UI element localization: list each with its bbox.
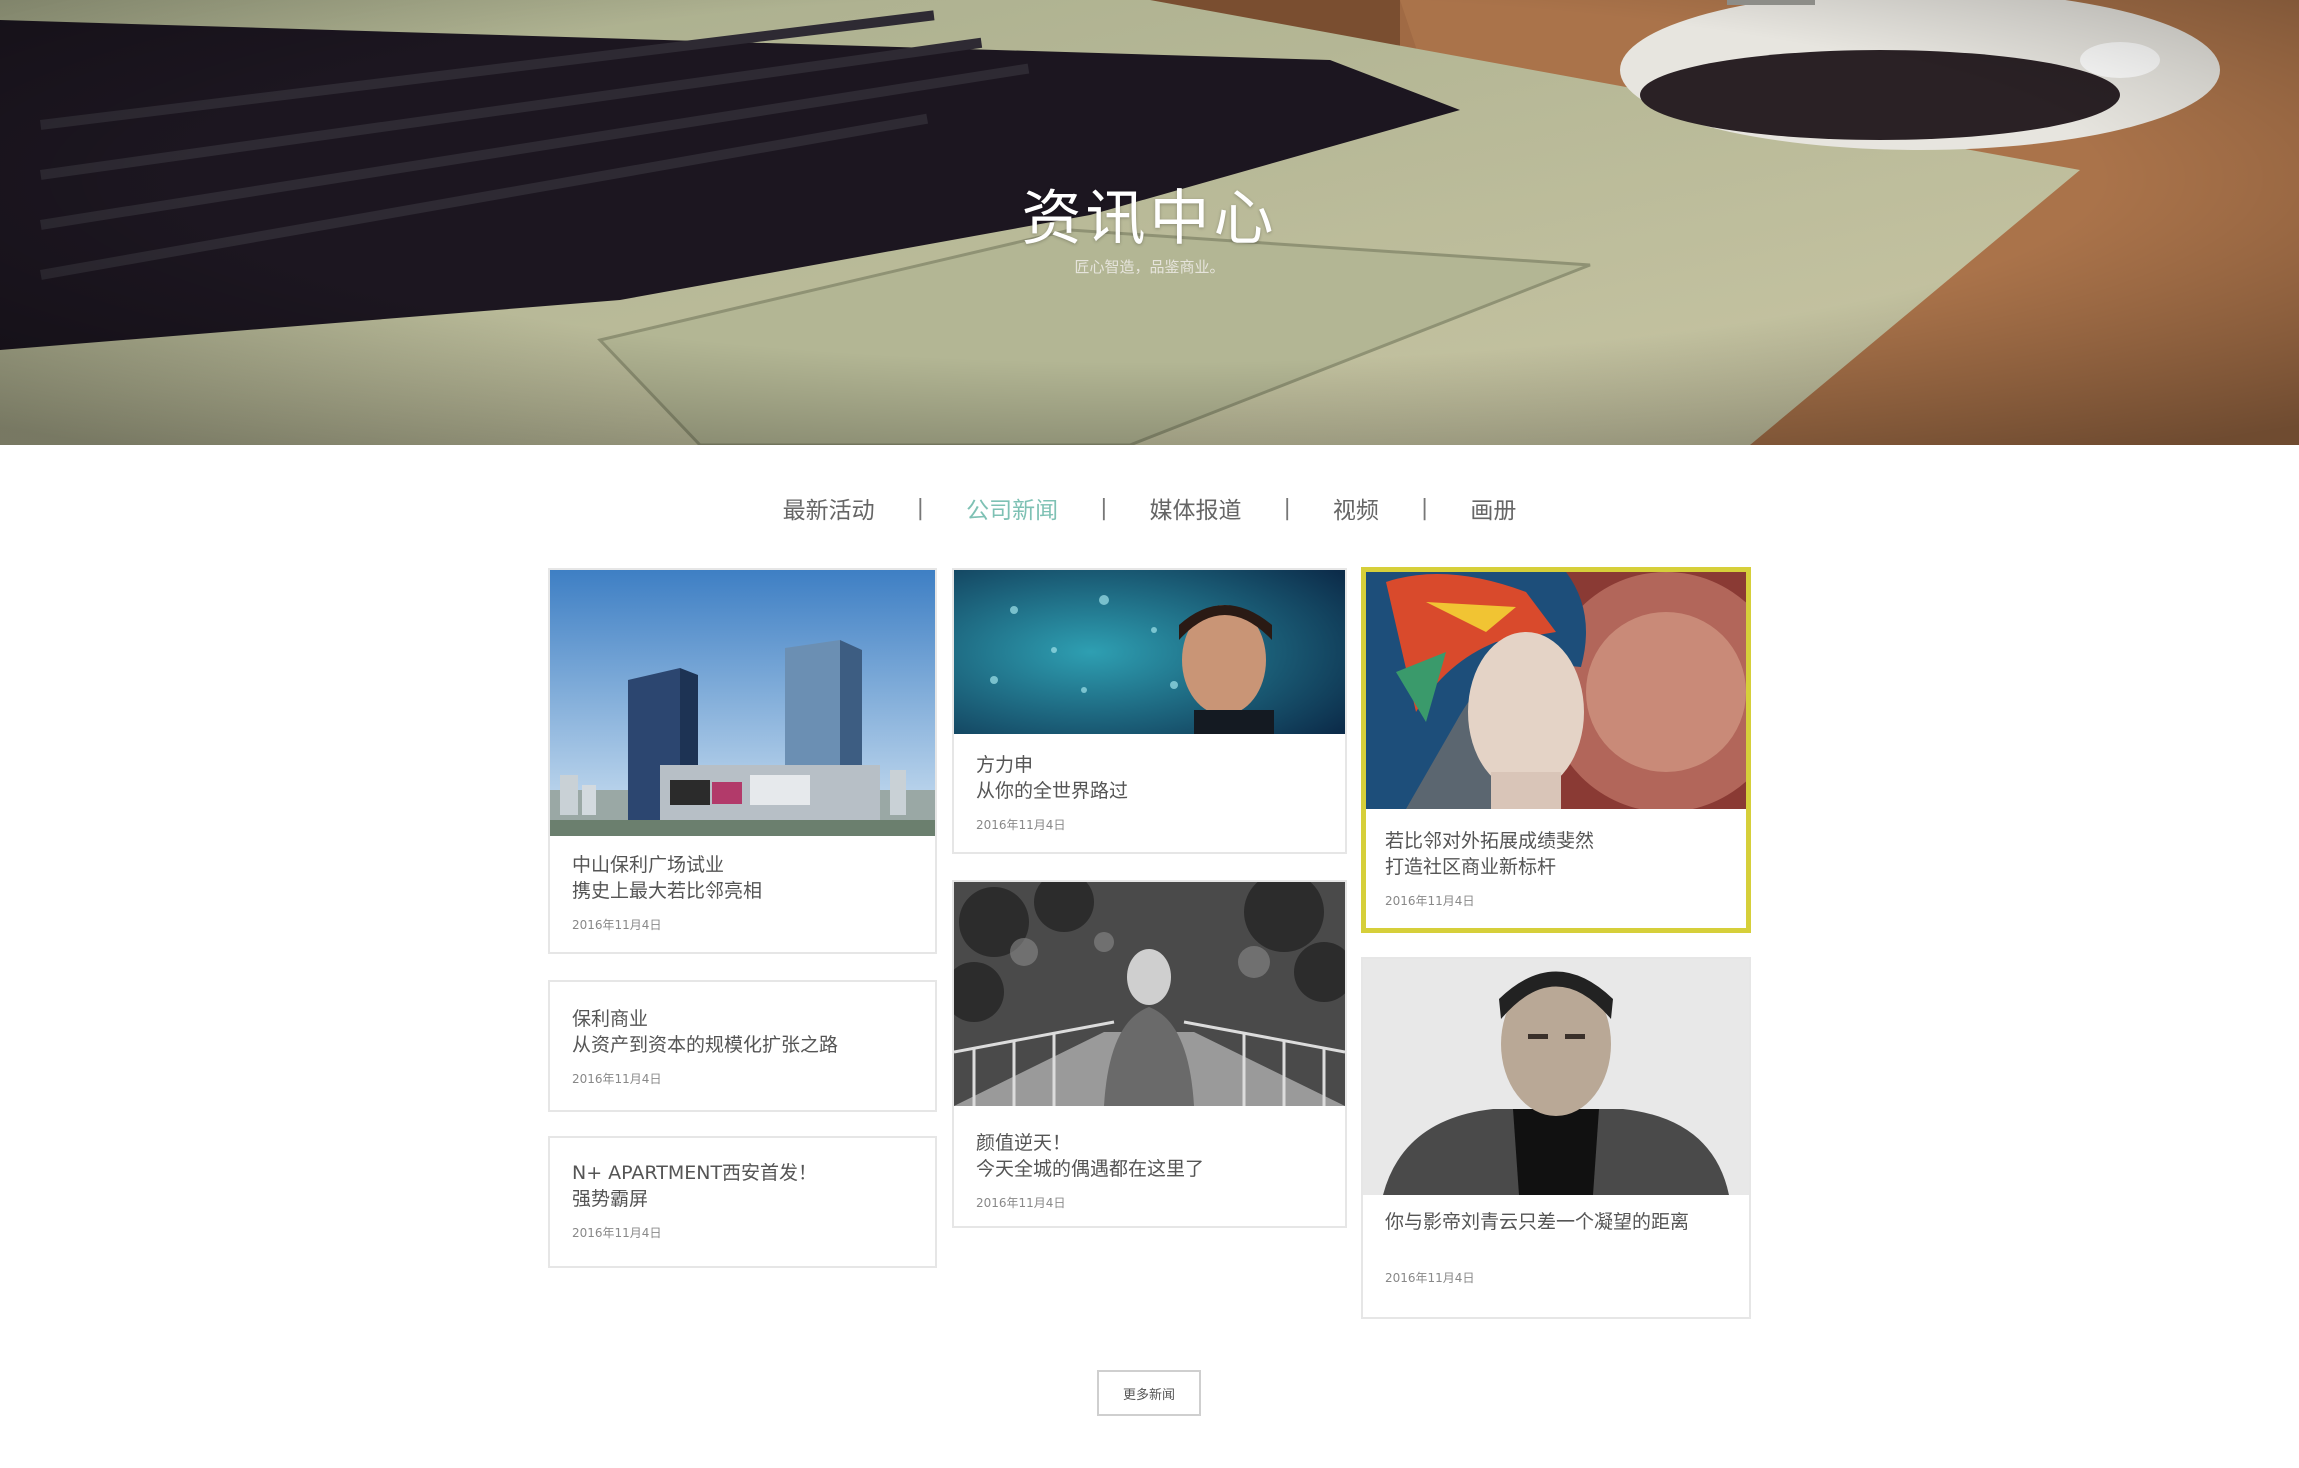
news-title: N+ APARTMENT西安首发！ 强势霸屏 [572, 1160, 917, 1212]
news-image-buildings [550, 570, 935, 836]
news-title-line2: 携史上最大若比邻亮相 [572, 880, 763, 902]
news-card[interactable]: 颜值逆天！ 今天全城的偶遇都在这里了 2016年11月4日 [952, 880, 1347, 1228]
news-image-portrait-blue [954, 570, 1345, 734]
tab-separator: | [1100, 495, 1108, 521]
news-title: 你与影帝刘青云只差一个凝望的距离 [1385, 1209, 1731, 1235]
news-card[interactable]: N+ APARTMENT西安首发！ 强势霸屏 2016年11月4日 [548, 1136, 937, 1268]
tab-company-news[interactable]: 公司新闻 [960, 491, 1064, 525]
more-news-button[interactable]: 更多新闻 [1097, 1370, 1201, 1416]
news-title-line2: 强势霸屏 [572, 1188, 649, 1210]
news-title: 方力申 从你的全世界路过 [976, 752, 1327, 804]
news-title: 中山保利广场试业 携史上最大若比邻亮相 [572, 852, 917, 904]
news-date: 2016年11月4日 [572, 1072, 662, 1086]
news-image-headscarf-portrait [1366, 572, 1746, 809]
news-title-line1: 中山保利广场试业 [572, 854, 725, 876]
hero-title: 资讯中心 [1021, 184, 1278, 254]
news-date: 2016年11月4日 [976, 818, 1066, 832]
news-date: 2016年11月4日 [1385, 894, 1475, 908]
tab-brochure[interactable]: 画册 [1464, 491, 1522, 525]
news-date: 2016年11月4日 [976, 1196, 1066, 1210]
news-title: 颜值逆天！ 今天全城的偶遇都在这里了 [976, 1130, 1327, 1182]
news-card[interactable]: 中山保利广场试业 携史上最大若比邻亮相 2016年11月4日 [548, 568, 937, 954]
tab-separator: | [1420, 495, 1429, 521]
news-card-highlighted[interactable]: 若比邻对外拓展成绩斐然 打造社区商业新标杆 2016年11月4日 [1361, 567, 1751, 933]
news-title-line2: 今天全城的偶遇都在这里了 [976, 1158, 1205, 1180]
news-card[interactable]: 你与影帝刘青云只差一个凝望的距离 2016年11月4日 [1361, 957, 1751, 1319]
news-date: 2016年11月4日 [1385, 1271, 1475, 1285]
tab-latest-events[interactable]: 最新活动 [777, 491, 881, 525]
news-card[interactable]: 保利商业 从资产到资本的规模化扩张之路 2016年11月4日 [548, 980, 937, 1112]
news-title-line2: 打造社区商业新标杆 [1385, 856, 1557, 878]
news-date: 2016年11月4日 [572, 918, 662, 932]
hero-top-indicator [1727, 0, 1815, 5]
hero-subtitle: 匠心智造，品鉴商业。 [1074, 258, 1225, 276]
news-title-line2: 从你的全世界路过 [976, 780, 1129, 802]
news-card[interactable]: 方力申 从你的全世界路过 2016年11月4日 [952, 568, 1347, 854]
news-title-line1: 保利商业 [572, 1008, 649, 1030]
news-title-line1: N+ APARTMENT西安首发！ [572, 1162, 818, 1184]
news-date: 2016年11月4日 [572, 1226, 662, 1240]
news-image-actor-portrait [1363, 959, 1749, 1195]
news-title-line1: 方力申 [976, 754, 1034, 776]
news-category-tabs: 最新活动 | 公司新闻 | 媒体报道 | 视频 | 画册 [0, 488, 2299, 528]
news-title: 若比邻对外拓展成绩斐然 打造社区商业新标杆 [1385, 828, 1728, 880]
hero-banner: 资讯中心 匠心智造，品鉴商业。 [0, 0, 2299, 445]
news-image-bridge [954, 882, 1345, 1106]
tab-video[interactable]: 视频 [1327, 491, 1385, 525]
news-title-line1: 你与影帝刘青云只差一个凝望的距离 [1385, 1211, 1690, 1233]
news-title-line2: 从资产到资本的规模化扩张之路 [572, 1034, 839, 1056]
news-title-line1: 若比邻对外拓展成绩斐然 [1385, 830, 1595, 852]
tab-separator: | [916, 495, 925, 521]
tab-media-reports[interactable]: 媒体报道 [1144, 491, 1248, 525]
tab-separator: | [1283, 495, 1291, 521]
news-title-line1: 颜值逆天！ [976, 1132, 1072, 1154]
news-title: 保利商业 从资产到资本的规模化扩张之路 [572, 1006, 917, 1058]
